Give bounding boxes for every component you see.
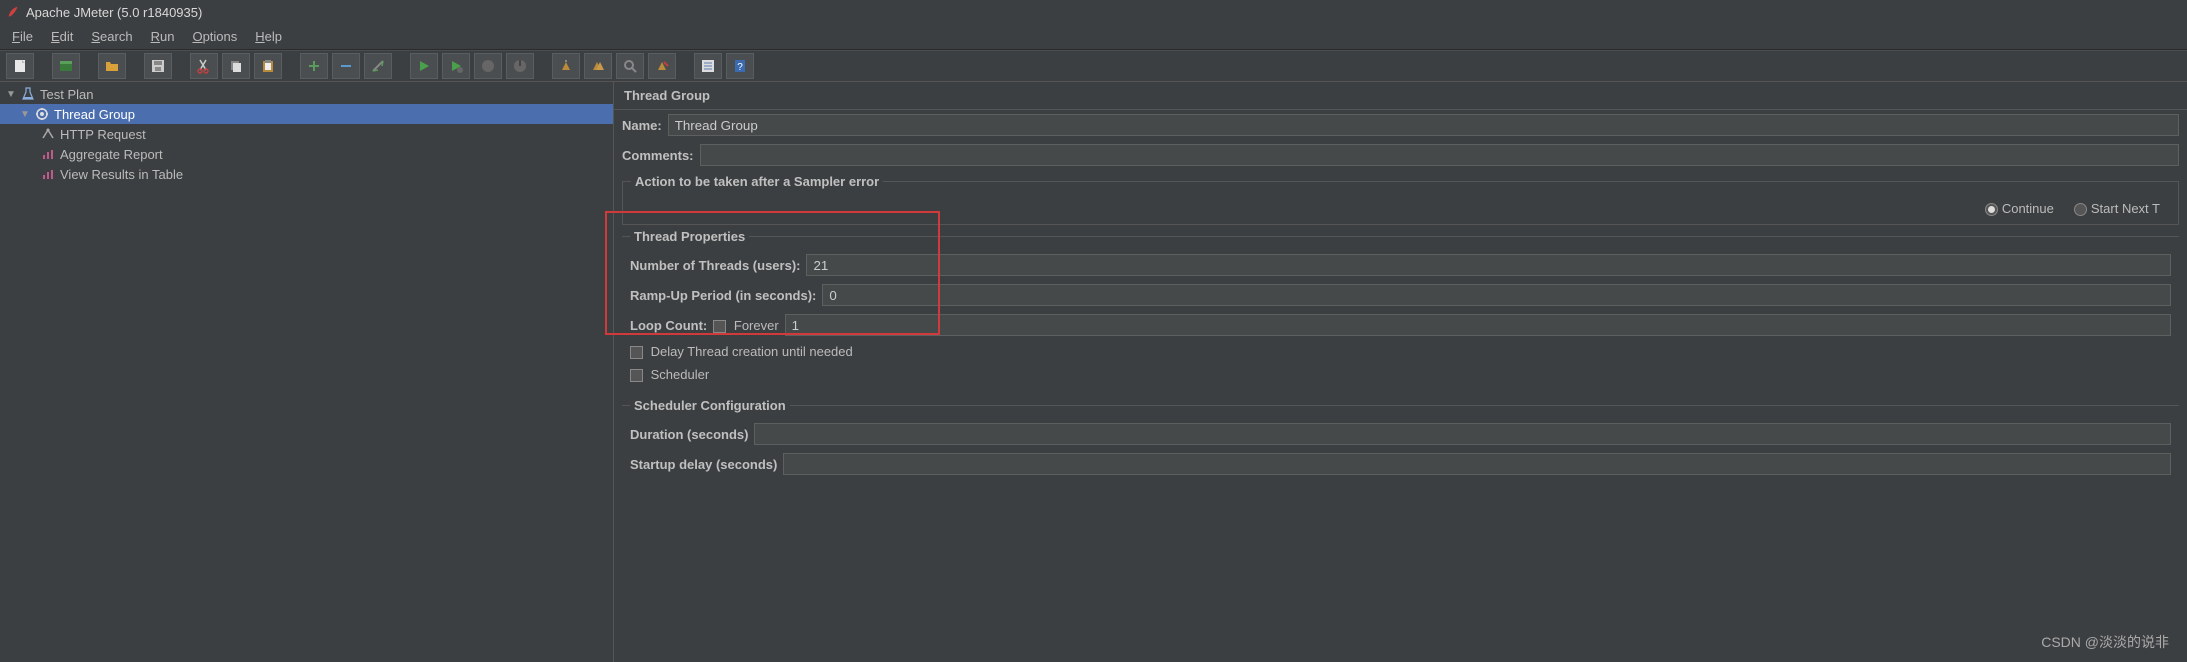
tree-item-label: HTTP Request [60,127,146,142]
loop-label: Loop Count: [630,318,707,333]
expand-icon: ▼ [6,89,16,100]
tree-root[interactable]: ▼ Test Plan [0,84,613,104]
main-area: ▼ Test Plan ▼ Thread Group HTTP Request … [0,82,2187,662]
report-icon [40,166,56,182]
content-panel: Thread Group Name: Comments: Action to b… [614,82,2187,662]
help-button[interactable]: ? [726,53,754,79]
checkbox-icon [630,346,643,359]
duration-label: Duration (seconds) [630,427,748,442]
search-button[interactable] [616,53,644,79]
toolbar: ? [0,50,2187,82]
loop-row: Loop Count: Forever [630,310,2171,340]
ramp-label: Ramp-Up Period (in seconds): [630,288,816,303]
clear-button[interactable] [552,53,580,79]
beaker-icon [20,86,36,102]
scheduler-config-fieldset: Scheduler Configuration Duration (second… [622,398,2179,487]
menu-file[interactable]: File [4,26,41,47]
forever-checkbox[interactable]: Forever [713,318,778,333]
reset-search-button[interactable] [648,53,676,79]
tree-item-label: Aggregate Report [60,147,163,162]
new-button[interactable] [6,53,34,79]
function-helper-button[interactable] [694,53,722,79]
radio-icon [2074,203,2087,216]
tree-root-label: Test Plan [40,87,93,102]
start-button[interactable] [410,53,438,79]
start-no-timers-button[interactable] [442,53,470,79]
action-fieldset: Action to be taken after a Sampler error… [622,174,2179,225]
sampler-icon [40,126,56,142]
tree-panel: ▼ Test Plan ▼ Thread Group HTTP Request … [0,82,614,662]
tree-item-http-request[interactable]: HTTP Request [0,124,613,144]
comments-label: Comments: [622,148,694,163]
menu-options[interactable]: Options [184,26,245,47]
tree-item-aggregate-report[interactable]: Aggregate Report [0,144,613,164]
startup-input[interactable] [783,453,2171,475]
tree-item-label: Thread Group [54,107,135,122]
open-button[interactable] [98,53,126,79]
comments-row: Comments: [614,140,2187,170]
expand-button[interactable] [300,53,328,79]
templates-button[interactable] [52,53,80,79]
comments-input[interactable] [700,144,2179,166]
radio-icon [1985,203,1998,216]
stop-button[interactable] [474,53,502,79]
checkbox-icon [713,320,726,333]
duration-row: Duration (seconds) [630,419,2171,449]
checkbox-icon [630,369,643,382]
startup-row: Startup delay (seconds) [630,449,2171,479]
titlebar: Apache JMeter (5.0 r1840935) [0,0,2187,24]
delay-checkbox[interactable]: Delay Thread creation until needed [630,344,853,359]
action-legend: Action to be taken after a Sampler error [631,174,883,189]
panel-title: Thread Group [614,82,2187,110]
name-row: Name: [614,110,2187,140]
thread-properties-fieldset: Thread Properties Number of Threads (use… [622,229,2179,394]
scheduler-row: Scheduler [630,363,2171,386]
startup-label: Startup delay (seconds) [630,457,777,472]
loop-input[interactable] [785,314,2171,336]
collapse-button[interactable] [332,53,360,79]
save-button[interactable] [144,53,172,79]
duration-input[interactable] [754,423,2171,445]
menubar: File Edit Search Run Options Help [0,24,2187,50]
report-icon [40,146,56,162]
thread-properties-legend: Thread Properties [630,229,749,244]
toggle-button[interactable] [364,53,392,79]
gear-icon [34,106,50,122]
num-threads-label: Number of Threads (users): [630,258,800,273]
shutdown-button[interactable] [506,53,534,79]
menu-search[interactable]: Search [83,26,140,47]
scheduler-config-legend: Scheduler Configuration [630,398,790,413]
clear-all-button[interactable] [584,53,612,79]
tree-item-thread-group[interactable]: ▼ Thread Group [0,104,613,124]
radio-row: Continue Start Next T [631,195,2170,216]
name-input[interactable] [668,114,2179,136]
watermark: CSDN @淡淡的说非 [2041,632,2169,652]
paste-button[interactable] [254,53,282,79]
delay-row: Delay Thread creation until needed [630,340,2171,363]
tree-item-view-results[interactable]: View Results in Table [0,164,613,184]
menu-edit[interactable]: Edit [43,26,81,47]
radio-continue[interactable]: Continue [1985,201,2054,216]
copy-button[interactable] [222,53,250,79]
radio-start-next[interactable]: Start Next T [2074,201,2160,216]
menu-help[interactable]: Help [247,26,290,47]
tree-item-label: View Results in Table [60,167,183,182]
name-label: Name: [622,118,662,133]
expand-icon: ▼ [20,109,30,120]
window-title: Apache JMeter (5.0 r1840935) [26,5,202,20]
num-threads-row: Number of Threads (users): [630,250,2171,280]
cut-button[interactable] [190,53,218,79]
app-icon [6,5,20,19]
ramp-input[interactable] [822,284,2171,306]
num-threads-input[interactable] [806,254,2171,276]
menu-run[interactable]: Run [143,26,183,47]
ramp-row: Ramp-Up Period (in seconds): [630,280,2171,310]
scheduler-checkbox[interactable]: Scheduler [630,367,709,382]
svg-text:?: ? [737,62,743,73]
